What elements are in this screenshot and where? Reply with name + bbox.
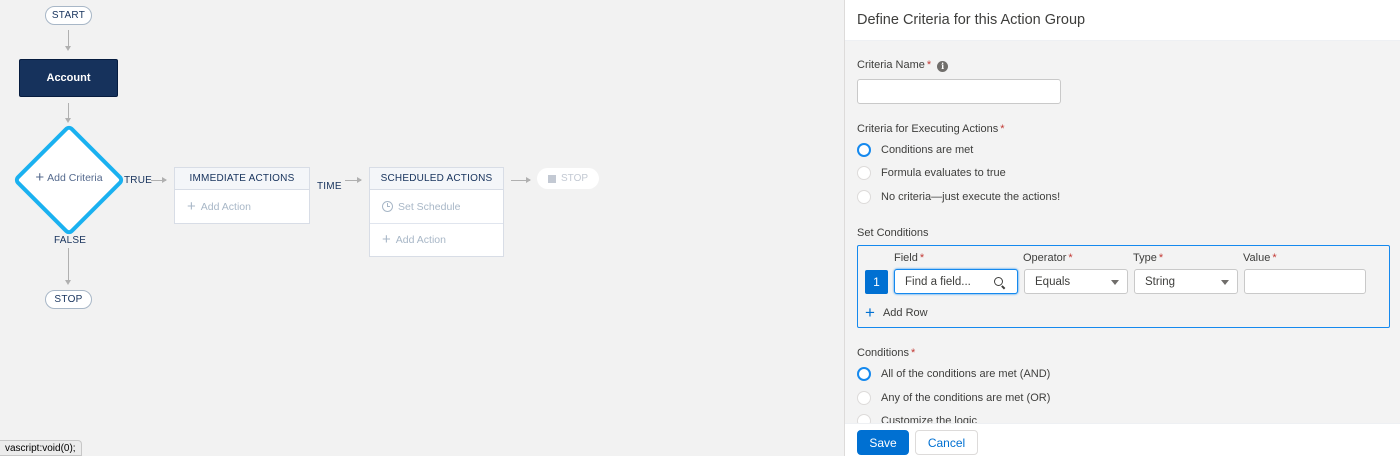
process-canvas: START Account + Add Criteria TRUE IMMEDI… xyxy=(0,0,844,456)
operator-column-label: Operator xyxy=(1023,252,1067,264)
add-row-label: Add Row xyxy=(882,307,928,319)
required-marker: * xyxy=(1272,252,1277,264)
status-bar-url: vascript:void(0); xyxy=(0,440,82,456)
plus-icon: + xyxy=(382,231,391,248)
add-row-button[interactable]: + Add Row xyxy=(865,303,928,322)
radio-button[interactable] xyxy=(857,143,871,157)
radio-button[interactable] xyxy=(857,166,871,180)
required-marker: * xyxy=(1000,123,1005,135)
true-branch-label: TRUE xyxy=(124,175,153,186)
radio-all-conditions[interactable]: All of the conditions are met (AND) xyxy=(857,367,1050,381)
criteria-name-input[interactable] xyxy=(857,79,1061,104)
stop-node: STOP xyxy=(45,290,92,309)
type-column-label: Type xyxy=(1133,252,1157,264)
required-marker: * xyxy=(926,59,932,71)
add-action-label: Add Action xyxy=(200,200,251,213)
clock-icon xyxy=(382,201,393,212)
field-search-placeholder: Find a field... xyxy=(905,275,971,288)
radio-label: Conditions are met xyxy=(881,144,974,156)
plus-icon: + xyxy=(187,197,196,215)
scheduled-add-action-link[interactable]: + Add Action xyxy=(370,223,503,256)
field-search-input[interactable]: Find a field... xyxy=(894,269,1018,294)
radio-button[interactable] xyxy=(857,190,871,204)
radio-no-criteria[interactable]: No criteria—just execute the actions! xyxy=(857,190,1060,204)
required-marker: * xyxy=(1068,252,1073,264)
value-column-header: Value * xyxy=(1243,252,1277,264)
stop-label: STOP xyxy=(560,173,589,184)
type-select[interactable]: String xyxy=(1134,269,1238,294)
immediate-add-action-link[interactable]: + Add Action xyxy=(175,190,309,223)
arrow-right-icon xyxy=(511,177,531,183)
radio-button[interactable] xyxy=(857,391,871,405)
required-marker: * xyxy=(1158,252,1164,264)
radio-formula-true[interactable]: Formula evaluates to true xyxy=(857,166,1006,180)
scheduled-stop-node: STOP xyxy=(537,168,599,189)
criteria-name-label: Criteria Name * i xyxy=(857,59,949,72)
arrow-down-icon xyxy=(65,46,71,51)
start-node: START xyxy=(45,6,92,25)
radio-conditions-met[interactable]: Conditions are met xyxy=(857,143,973,157)
operator-value: Equals xyxy=(1035,275,1071,288)
arrow-down-icon xyxy=(65,280,71,285)
value-column-label: Value xyxy=(1243,252,1271,264)
plus-icon: + xyxy=(35,169,45,186)
immediate-actions-box: IMMEDIATE ACTIONS + Add Action xyxy=(174,167,310,224)
criteria-name-label-text: Criteria Name xyxy=(857,59,925,71)
search-icon[interactable] xyxy=(994,277,1003,286)
conditions-table: Field * Operator * Type * Value * 1 Find a f… xyxy=(857,245,1390,328)
type-column-header: Type * xyxy=(1133,252,1163,264)
panel-title: Define Criteria for this Action Group xyxy=(845,0,1400,41)
plus-icon: + xyxy=(865,303,875,322)
scheduled-actions-box: SCHEDULED ACTIONS Set Schedule + Add Act… xyxy=(369,167,504,257)
arrow-right-icon xyxy=(345,177,362,183)
radio-any-conditions[interactable]: Any of the conditions are met (OR) xyxy=(857,391,1050,405)
info-icon[interactable]: i xyxy=(937,61,949,72)
save-button[interactable]: Save xyxy=(857,430,909,455)
immediate-actions-header: IMMEDIATE ACTIONS xyxy=(175,168,309,190)
panel-footer: Save Cancel xyxy=(845,423,1400,456)
arrow-down-icon xyxy=(65,118,71,123)
field-column-label: Field xyxy=(894,252,918,264)
arrow-right-icon xyxy=(151,177,167,183)
criteria-panel: Define Criteria for this Action Group Cr… xyxy=(844,0,1400,456)
operator-column-header: Operator * xyxy=(1023,252,1073,264)
radio-label: Customize the logic xyxy=(881,415,977,423)
required-marker: * xyxy=(910,347,916,359)
executing-criteria-label-text: Criteria for Executing Actions xyxy=(857,123,999,135)
panel-body: Criteria Name * i Criteria for Executing A… xyxy=(845,41,1400,423)
radio-label: Any of the conditions are met (OR) xyxy=(881,392,1051,404)
chevron-down-icon xyxy=(1221,280,1229,285)
row-number-badge: 1 xyxy=(865,270,888,294)
add-criteria-link[interactable]: + Add Criteria xyxy=(28,169,110,186)
field-column-header: Field * xyxy=(894,252,924,264)
add-action-label: Add Action xyxy=(395,234,446,246)
object-node-account[interactable]: Account xyxy=(19,59,118,97)
operator-select[interactable]: Equals xyxy=(1024,269,1128,294)
cancel-button[interactable]: Cancel xyxy=(915,430,978,455)
radio-label: No criteria—just execute the actions! xyxy=(881,191,1061,203)
value-input[interactable] xyxy=(1244,269,1366,294)
set-schedule-label: Set Schedule xyxy=(398,200,461,213)
set-conditions-label: Set Conditions xyxy=(857,227,929,239)
connector-line xyxy=(68,248,69,282)
type-value: String xyxy=(1145,275,1176,288)
time-label: TIME xyxy=(317,181,342,192)
stop-square-icon xyxy=(547,174,556,183)
radio-button[interactable] xyxy=(857,367,871,381)
required-marker: * xyxy=(919,252,925,264)
add-criteria-label: Add Criteria xyxy=(47,172,103,184)
conditions-label-text: Conditions xyxy=(857,347,909,359)
radio-label: Formula evaluates to true xyxy=(881,167,1006,179)
chevron-down-icon xyxy=(1111,280,1119,285)
radio-customize-logic[interactable]: Customize the logic xyxy=(857,414,977,423)
conditions-label: Conditions * xyxy=(857,347,915,359)
scheduled-actions-header: SCHEDULED ACTIONS xyxy=(370,168,503,190)
false-branch-label: FALSE xyxy=(54,235,87,246)
radio-label: All of the conditions are met (AND) xyxy=(881,368,1051,380)
executing-criteria-label: Criteria for Executing Actions * xyxy=(857,123,1005,135)
radio-button[interactable] xyxy=(857,414,871,423)
set-schedule-link[interactable]: Set Schedule xyxy=(370,190,503,223)
